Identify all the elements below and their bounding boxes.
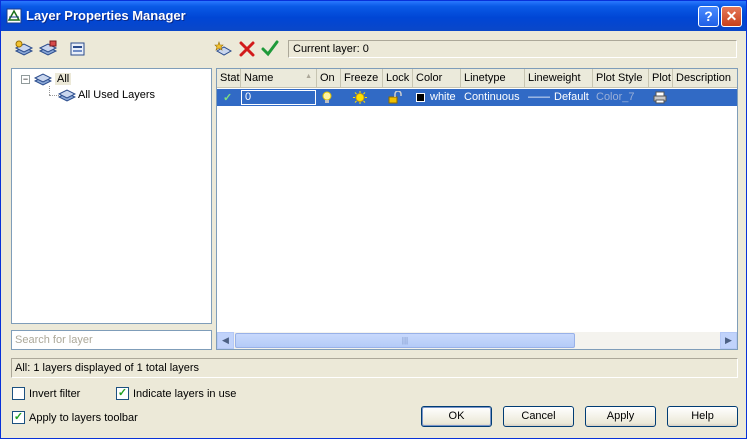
unlock-icon[interactable] <box>388 91 402 104</box>
title-bar[interactable]: Layer Properties Manager ? ✕ <box>1 1 746 31</box>
layer-row[interactable]: ✓ 0 white Continuous —— Default Color_7 <box>217 89 737 106</box>
layers-app-icon <box>6 8 22 24</box>
window-title: Layer Properties Manager <box>26 8 186 23</box>
column-header-status[interactable]: Stat <box>217 69 241 88</box>
apply-to-layers-toolbar-checkbox[interactable]: ✓ Apply to layers toolbar <box>12 411 138 424</box>
layers-filter-icon <box>58 89 76 102</box>
current-layer-readout: Current layer: 0 <box>288 40 737 58</box>
apply-button[interactable]: Apply <box>585 406 656 427</box>
tree-label-all: All <box>55 73 72 85</box>
sort-ascending-icon: ▲ <box>305 73 312 80</box>
scroll-left-icon[interactable]: ◀ <box>217 332 234 349</box>
close-button[interactable]: ✕ <box>721 6 742 27</box>
layers-stack-icon <box>34 73 52 86</box>
checkmark-icon[interactable]: ✓ <box>12 411 25 424</box>
set-current-checkmark-icon[interactable] <box>259 39 281 59</box>
collapse-expander-icon[interactable]: − <box>21 74 30 84</box>
column-header-plot-style[interactable]: Plot Style <box>593 69 649 88</box>
help-button[interactable]: Help <box>667 406 738 427</box>
delete-layer-icon[interactable] <box>236 39 258 59</box>
tree-node-all-used-layers[interactable]: All Used Layers <box>58 87 155 103</box>
column-header-lineweight[interactable]: Lineweight <box>525 69 593 88</box>
layer-properties-window: Layer Properties Manager ? ✕ Current lay… <box>0 0 747 439</box>
invert-filter-label: Invert filter <box>29 387 81 400</box>
color-swatch[interactable] <box>416 93 425 102</box>
layer-linetype[interactable]: Continuous <box>461 89 525 106</box>
indicate-layers-in-use-checkbox[interactable]: ✓ Indicate layers in use <box>116 387 236 400</box>
horizontal-scrollbar[interactable]: ◀ ||| ▶ <box>217 332 737 349</box>
layer-lineweight[interactable]: Default <box>551 89 593 106</box>
ok-button[interactable]: OK <box>421 406 492 427</box>
column-header-color[interactable]: Color <box>413 69 461 88</box>
new-group-filter-icon[interactable] <box>37 39 59 59</box>
scroll-right-icon[interactable]: ▶ <box>720 332 737 349</box>
layer-description[interactable] <box>673 89 737 106</box>
lightbulb-on-icon[interactable] <box>321 91 333 104</box>
column-header-lock[interactable]: Lock <box>383 69 413 88</box>
indicate-layers-in-use-label: Indicate layers in use <box>133 387 237 400</box>
search-for-layer-input[interactable]: Search for layer <box>11 330 212 350</box>
column-header-name[interactable]: Name ▲ <box>241 69 317 88</box>
invert-filter-checkbox[interactable]: Invert filter <box>12 387 80 400</box>
column-header-freeze[interactable]: Freeze <box>341 69 383 88</box>
column-header-on[interactable]: On <box>317 69 341 88</box>
column-header-description[interactable]: Description <box>673 69 737 88</box>
column-header-plot[interactable]: Plot <box>649 69 673 88</box>
tree-label-all-used-layers: All Used Layers <box>78 89 156 101</box>
column-header-linetype[interactable]: Linetype <box>461 69 525 88</box>
layer-status-current-icon: ✓ <box>223 92 233 104</box>
column-header-name-label: Name <box>244 72 274 84</box>
layer-plot-style: Color_7 <box>596 91 635 103</box>
column-header-row: Stat Name ▲ On Freeze Lock Color Linetyp… <box>217 69 737 88</box>
help-title-button[interactable]: ? <box>698 6 719 27</box>
invert-filter-box[interactable] <box>12 387 25 400</box>
tree-node-all[interactable]: − All <box>21 71 72 87</box>
layer-states-manager-icon[interactable] <box>67 39 89 59</box>
printer-plot-icon[interactable] <box>653 91 667 104</box>
filter-tree[interactable]: − All All Used Layers <box>11 68 212 324</box>
layer-name-edit-field[interactable]: 0 <box>241 90 316 105</box>
apply-to-layers-toolbar-label: Apply to layers toolbar <box>29 411 138 424</box>
status-bar: All: 1 layers displayed of 1 total layer… <box>11 358 738 378</box>
layer-list[interactable]: Stat Name ▲ On Freeze Lock Color Linetyp… <box>216 68 738 350</box>
new-layer-icon[interactable] <box>213 39 235 59</box>
cancel-button[interactable]: Cancel <box>503 406 574 427</box>
layer-color-name[interactable]: white <box>427 89 461 106</box>
checkmark-icon[interactable]: ✓ <box>116 387 129 400</box>
tree-connector <box>49 86 50 95</box>
new-property-filter-icon[interactable] <box>13 39 35 59</box>
scroll-thumb[interactable]: ||| <box>235 333 575 348</box>
sun-thawed-icon[interactable] <box>353 91 367 104</box>
